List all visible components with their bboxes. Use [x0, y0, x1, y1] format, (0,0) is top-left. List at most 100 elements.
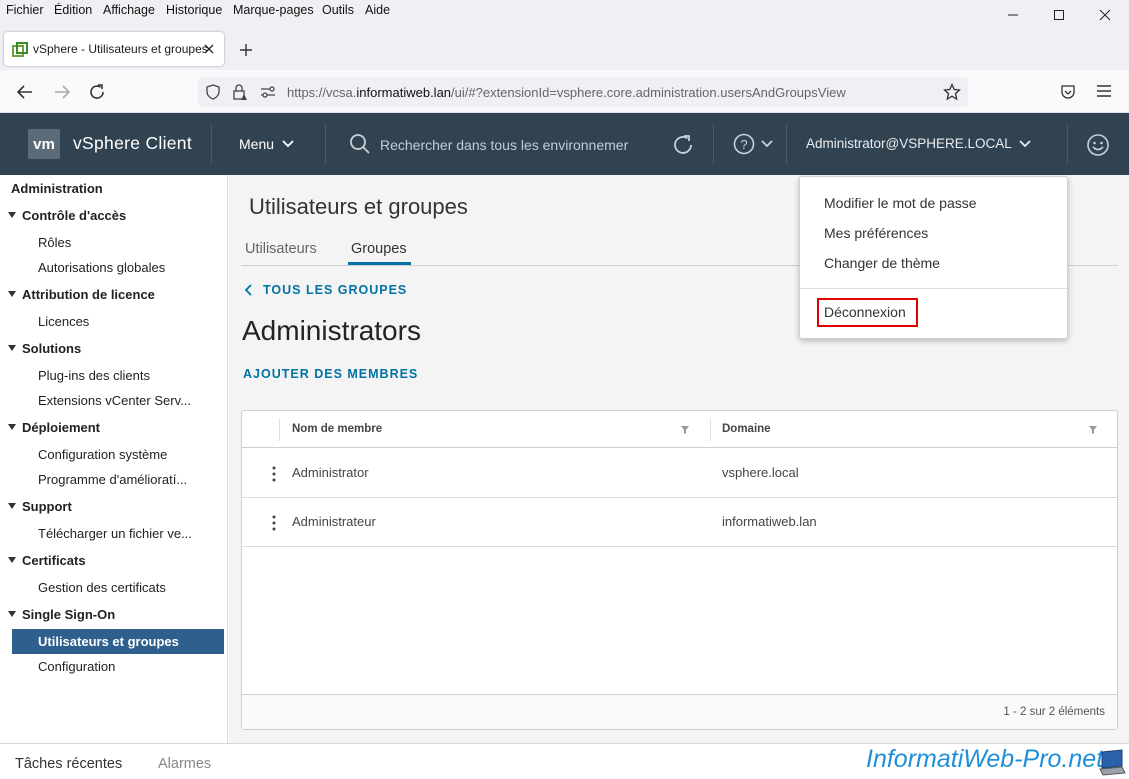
close-window-button[interactable]: [1082, 2, 1128, 28]
member-name: Administrateur: [292, 514, 376, 529]
maximize-button[interactable]: [1036, 2, 1082, 28]
column-header-domain[interactable]: Domaine: [722, 423, 771, 435]
member-domain: informatiweb.lan: [722, 514, 817, 529]
row-actions-icon[interactable]: [272, 466, 276, 482]
sidebar-section-certificates[interactable]: Certificats: [8, 553, 236, 568]
expand-triangle-icon: [8, 557, 16, 563]
grid-header: Nom de membre Domaine: [242, 411, 1117, 448]
forward-arrow-icon[interactable]: [53, 84, 71, 100]
main-menu-button[interactable]: Menu: [239, 136, 294, 152]
feedback-smiley-icon[interactable]: [1086, 133, 1110, 157]
change-password-menu-item[interactable]: Modifier le mot de passe: [824, 195, 977, 211]
alarms-tab[interactable]: Alarmes: [158, 756, 211, 772]
watermark-text: InformatiWeb-Pro.net: [866, 745, 1104, 773]
grid-footer: 1 - 2 sur 2 éléments: [242, 694, 1117, 729]
menu-affichage[interactable]: Affichage: [103, 3, 155, 17]
grid-item-count: 1 - 2 sur 2 éléments: [1003, 706, 1105, 718]
page-title: Utilisateurs et groupes: [249, 194, 468, 219]
column-header-member-name[interactable]: Nom de membre: [292, 423, 382, 435]
members-grid: Nom de membre Domaine Administrator vsph…: [241, 410, 1118, 730]
url-bar[interactable]: https://vcsa.informatiweb.lan/ui/#?exten…: [198, 77, 968, 107]
maximize-icon: [1054, 10, 1064, 20]
app-header: vm vSphere Client Menu Rechercher dans t…: [0, 113, 1129, 175]
sidebar-section-access-control[interactable]: Contrôle d'accès: [8, 208, 236, 223]
help-menu-button[interactable]: ?: [733, 133, 773, 155]
back-arrow-icon[interactable]: [16, 84, 34, 100]
tab-strip: vSphere - Utilisateurs et groupes: [0, 30, 1129, 70]
url-text[interactable]: https://vcsa.informatiweb.lan/ui/#?exten…: [287, 85, 846, 100]
all-groups-back-link[interactable]: TOUS LES GROUPES: [244, 283, 407, 297]
user-menu-button[interactable]: Administrator@VSPHERE.LOCAL: [806, 136, 1031, 151]
app-title: vSphere Client: [73, 133, 192, 153]
table-row[interactable]: Administrateur informatiweb.lan: [242, 498, 1117, 547]
menu-outils[interactable]: Outils: [322, 3, 354, 17]
back-link-label: TOUS LES GROUPES: [263, 283, 408, 297]
header-divider: [325, 124, 326, 164]
section-label: Attribution de licence: [22, 287, 155, 302]
chevron-left-icon: [244, 284, 252, 296]
header-divider: [713, 124, 714, 164]
shield-icon[interactable]: [206, 84, 220, 100]
menu-edition[interactable]: Édition: [54, 3, 92, 17]
column-divider: [710, 419, 711, 441]
bookmark-star-icon[interactable]: [943, 83, 961, 101]
vsphere-favicon-icon: [12, 42, 28, 57]
sidebar-item-users-and-groups[interactable]: Utilisateurs et groupes: [38, 634, 224, 649]
minimize-icon: [1008, 14, 1018, 16]
permissions-icon[interactable]: [260, 85, 276, 99]
vmware-logo: vm: [28, 129, 60, 159]
tab-users[interactable]: Utilisateurs: [245, 241, 317, 257]
reload-icon[interactable]: [88, 83, 106, 101]
help-icon: ?: [733, 133, 755, 155]
close-icon: [1099, 9, 1111, 21]
sidebar-title: Administration: [11, 181, 103, 196]
group-title: Administrators: [242, 315, 421, 346]
sidebar-section-deployment[interactable]: Déploiement: [8, 420, 236, 435]
section-label: Solutions: [22, 341, 82, 356]
change-theme-menu-item[interactable]: Changer de thème: [824, 255, 940, 271]
menu-marque-pages[interactable]: Marque-pages: [233, 3, 314, 17]
hamburger-menu-icon[interactable]: [1097, 85, 1111, 97]
header-divider: [786, 124, 787, 164]
search-icon[interactable]: [349, 133, 371, 155]
browser-tab[interactable]: vSphere - Utilisateurs et groupes: [4, 32, 224, 66]
menu-aide[interactable]: Aide: [365, 3, 390, 17]
close-tab-icon[interactable]: [204, 44, 214, 54]
refresh-icon[interactable]: [671, 133, 695, 157]
member-name: Administrator: [292, 465, 369, 480]
menu-divider: [800, 288, 1067, 289]
menu-historique[interactable]: Historique: [166, 3, 222, 17]
expand-triangle-icon: [8, 611, 16, 617]
new-tab-icon[interactable]: [239, 43, 253, 57]
header-divider: [1067, 124, 1068, 164]
chevron-down-icon: [1019, 139, 1031, 147]
sidebar-section-solutions[interactable]: Solutions: [8, 341, 236, 356]
tab-groups[interactable]: Groupes: [351, 241, 407, 257]
expand-triangle-icon: [8, 345, 16, 351]
header-divider: [211, 124, 212, 164]
sidebar-section-support[interactable]: Support: [8, 499, 236, 514]
user-name: Administrator@VSPHERE.LOCAL: [806, 136, 1012, 151]
lock-warning-icon[interactable]: [232, 83, 248, 101]
filter-icon[interactable]: [1088, 425, 1098, 435]
member-domain: vsphere.local: [722, 465, 799, 480]
section-label: Support: [22, 499, 72, 514]
menu-fichier[interactable]: Fichier: [6, 3, 44, 17]
section-label: Contrôle d'accès: [22, 208, 127, 223]
sidebar-section-licensing[interactable]: Attribution de licence: [8, 287, 236, 302]
recent-tasks-tab[interactable]: Tâches récentes: [15, 756, 122, 772]
tab-title: vSphere - Utilisateurs et groupes: [33, 42, 208, 56]
minimize-button[interactable]: [990, 2, 1036, 28]
global-search-input[interactable]: Rechercher dans tous les environnemer: [380, 137, 628, 153]
sidebar-section-sso[interactable]: Single Sign-On: [8, 607, 236, 622]
filter-icon[interactable]: [680, 425, 690, 435]
row-actions-icon[interactable]: [272, 515, 276, 531]
expand-triangle-icon: [8, 212, 16, 218]
table-row[interactable]: Administrator vsphere.local: [242, 449, 1117, 498]
add-members-button[interactable]: AJOUTER DES MEMBRES: [243, 367, 418, 381]
preferences-menu-item[interactable]: Mes préférences: [824, 225, 928, 241]
chevron-down-icon: [282, 140, 294, 148]
navigation-bar: https://vcsa.informatiweb.lan/ui/#?exten…: [0, 70, 1129, 113]
logout-menu-item[interactable]: Déconnexion: [824, 304, 906, 320]
pocket-icon[interactable]: [1060, 84, 1076, 100]
